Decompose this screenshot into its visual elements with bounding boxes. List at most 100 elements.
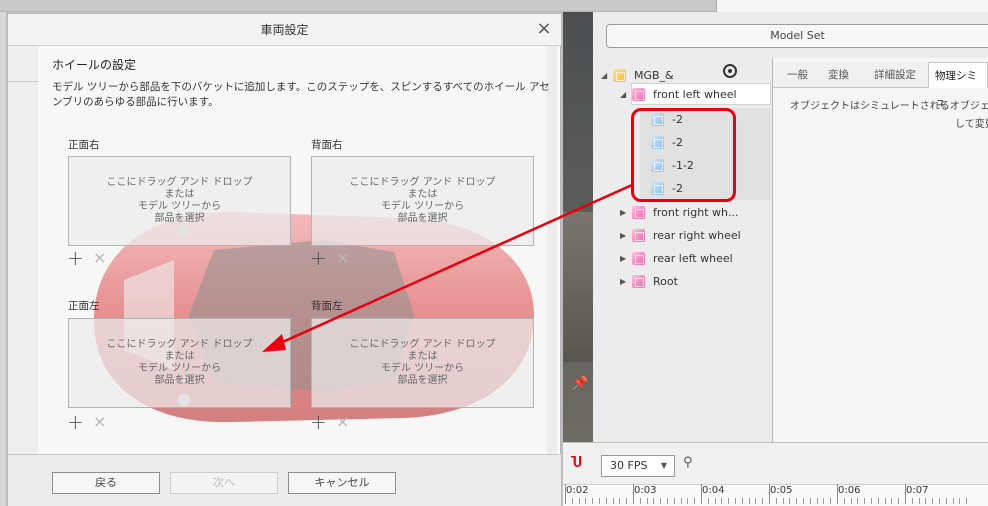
timeline-tick-minor xyxy=(789,498,791,504)
properties-tabs: 一般 変換 詳細設定 物理シミュ xyxy=(773,62,988,108)
timeline-tick-minor xyxy=(599,498,600,504)
tab-advanced[interactable]: 詳細設定 xyxy=(874,62,916,88)
part-cube-pink-icon xyxy=(632,87,645,101)
expand-triangle-icon[interactable]: ▶ xyxy=(620,254,632,263)
timeline-tick-minor xyxy=(653,498,655,504)
add-part-button[interactable]: + xyxy=(310,412,327,432)
magnet-icon[interactable]: Ⴎ xyxy=(571,455,582,471)
drop-hint: または xyxy=(164,189,195,200)
viewport-road xyxy=(563,212,593,362)
timeline-tick-minor xyxy=(687,498,689,504)
pin-icon[interactable]: 📌 xyxy=(572,376,588,391)
tree-item-rear-right-wheel[interactable]: ▶ rear right wheel xyxy=(620,224,741,246)
drop-hint: ここにドラッグ アンド ドロップ xyxy=(349,339,496,350)
timeline-tick-minor xyxy=(714,498,716,504)
drop-hint: ここにドラッグ アンド ドロップ xyxy=(106,177,253,188)
drop-hint: モデル ツリーから xyxy=(137,201,222,212)
tree-item-label: Root xyxy=(653,274,678,288)
timeline-tick-minor xyxy=(755,498,757,504)
chevron-down-icon: ▼ xyxy=(660,461,667,470)
timeline-tick-minor xyxy=(762,498,764,504)
remove-part-button[interactable]: × xyxy=(93,248,106,268)
remove-part-button[interactable]: × xyxy=(93,412,106,432)
next-button[interactable]: 次へ xyxy=(170,472,278,494)
add-part-button[interactable]: + xyxy=(310,248,327,268)
timeline-tick-minor xyxy=(619,498,621,504)
drop-zone-front-left[interactable]: ここにドラッグ アンド ドロップ または モデル ツリーから 部品を選択 xyxy=(68,318,291,408)
tab-transform[interactable]: 変換 xyxy=(828,62,849,88)
timeline-tick-label: 0:02 xyxy=(566,485,589,496)
timeline-tick-minor xyxy=(871,498,872,504)
add-part-button[interactable]: + xyxy=(67,412,84,432)
timeline-tick-minor xyxy=(626,498,628,504)
timeline-tick-minor xyxy=(823,498,825,504)
tree-item-front-right-wheel[interactable]: ▶ front right wh... xyxy=(620,201,738,223)
drop-hint: 部品を選択 xyxy=(154,375,205,386)
tab-physics[interactable]: 物理シミュ xyxy=(928,62,988,108)
timeline-tick-minor xyxy=(612,498,614,504)
timeline-tick-minor xyxy=(803,498,804,504)
close-icon[interactable]: × xyxy=(534,20,554,40)
part-cube-pink-icon xyxy=(632,228,645,242)
timeline-tick-minor xyxy=(952,498,954,504)
remove-part-button[interactable]: × xyxy=(336,248,349,268)
instructions-text: モデル ツリーから部品を下のバケットに追加します。このステップを、スピンするすべ… xyxy=(52,81,550,108)
timeline-tick-minor xyxy=(660,498,662,504)
divider xyxy=(8,81,38,82)
back-button[interactable]: 戻る xyxy=(52,472,160,494)
timeline-tick-minor xyxy=(721,498,723,504)
fps-value: 30 FPS xyxy=(610,459,648,472)
add-part-button[interactable]: + xyxy=(67,248,84,268)
timeline-tick-minor xyxy=(707,498,709,504)
tab-general[interactable]: 一般 xyxy=(787,62,808,88)
part-cube-pink-icon xyxy=(632,274,645,288)
remove-part-button[interactable]: × xyxy=(336,412,349,432)
collapse-triangle-icon[interactable]: ◢ xyxy=(620,90,632,99)
timeline-tick-minor xyxy=(911,498,913,504)
timeline-tick-label: 0:04 xyxy=(702,485,725,496)
drop-hint: 部品を選択 xyxy=(154,213,205,224)
timeline-tick-minor xyxy=(585,498,587,504)
timeline-tick-minor xyxy=(877,498,879,504)
walk-icon[interactable]: ⚲ xyxy=(683,455,693,470)
timeline-tick-minor xyxy=(945,498,947,504)
fps-select[interactable]: 30 FPS ▼ xyxy=(601,455,675,477)
timeline-tick-minor xyxy=(646,498,648,504)
expand-triangle-icon[interactable]: ▶ xyxy=(620,277,632,286)
timeline-tick-minor xyxy=(959,498,961,504)
cancel-button[interactable]: キャンセル xyxy=(288,472,396,494)
timeline-tick-minor xyxy=(680,498,682,504)
drop-hint: ここにドラッグ アンド ドロップ xyxy=(349,177,496,188)
part-cube-pink-icon xyxy=(632,251,645,265)
tree-item-root[interactable]: ▶ Root xyxy=(620,270,678,292)
drop-hint: ここにドラッグ アンド ドロップ xyxy=(106,339,253,350)
tree-item-front-left-wheel[interactable]: ◢ front left wheel xyxy=(620,83,737,105)
dialog-sidebar xyxy=(8,46,38,454)
timeline-tick-minor xyxy=(830,498,832,504)
timeline-tick-minor xyxy=(735,498,736,504)
drop-zone-rear-right[interactable]: ここにドラッグ アンド ドロップ または モデル ツリーから 部品を選択 xyxy=(311,156,534,246)
properties-description: オブジェクトはシミュレートされるオブジェクトの xyxy=(790,101,988,112)
slot-label-front-right: 正面右 xyxy=(68,139,100,151)
tree-item-label: rear right wheel xyxy=(653,228,741,242)
expand-triangle-icon[interactable]: ▶ xyxy=(620,231,632,240)
timeline-tick-minor xyxy=(728,498,730,504)
timeline-tick-minor xyxy=(667,498,668,504)
drop-hint: モデル ツリーから xyxy=(137,363,222,374)
timeline-tick-minor xyxy=(898,498,900,504)
tree-item-label: front left wheel xyxy=(653,87,737,101)
collapse-triangle-icon[interactable]: ◢ xyxy=(601,71,613,80)
model-set-button[interactable]: Model Set xyxy=(606,24,988,48)
drop-hint: または xyxy=(164,351,195,362)
timeline-tick-minor xyxy=(939,498,940,504)
expand-triangle-icon[interactable]: ▶ xyxy=(620,208,632,217)
timeline-tick-minor xyxy=(775,498,777,504)
tree-item-label: MGB_& xyxy=(634,68,674,82)
drop-zone-rear-left[interactable]: ここにドラッグ アンド ドロップ または モデル ツリーから 部品を選択 xyxy=(311,318,534,408)
timeline-tick-minor xyxy=(673,498,675,504)
timeline-tick-minor xyxy=(741,498,743,504)
tree-item-rear-left-wheel[interactable]: ▶ rear left wheel xyxy=(620,247,733,269)
timeline-tick-minor xyxy=(864,498,866,504)
steering-wheel-icon[interactable] xyxy=(723,64,737,78)
drop-zone-front-right[interactable]: ここにドラッグ アンド ドロップ または モデル ツリーから 部品を選択 xyxy=(68,156,291,246)
